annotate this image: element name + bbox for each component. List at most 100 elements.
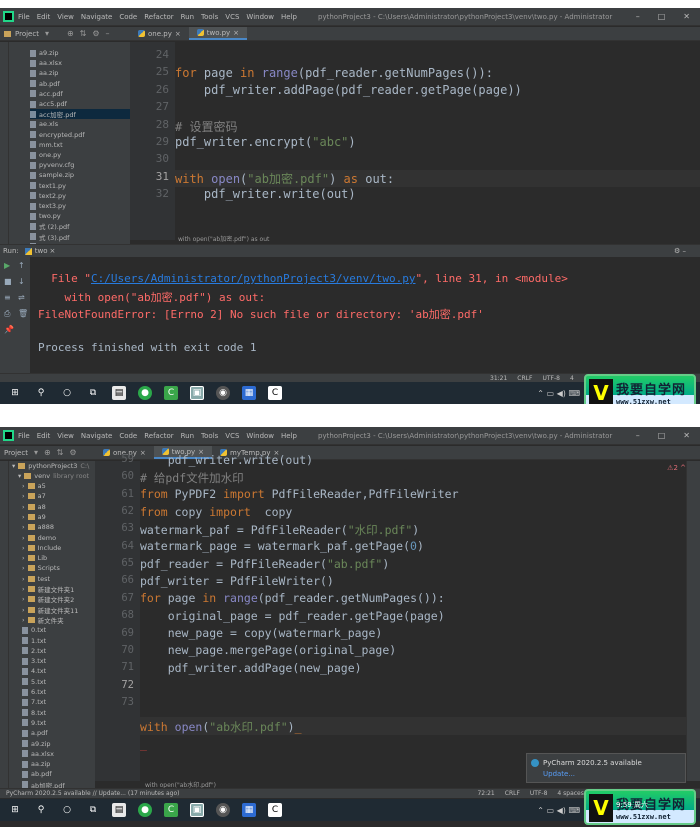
menu-vcs[interactable]: VCS: [225, 13, 239, 21]
chevron-right-icon[interactable]: ›: [22, 534, 25, 542]
tree-item[interactable]: 2.txt: [22, 646, 95, 656]
tree-item[interactable]: text1.py: [30, 181, 130, 191]
menu-refactor[interactable]: Refactor: [144, 13, 173, 21]
code-editor[interactable]: pdf_writer.write(out) # 给pdf文件加水印 from P…: [140, 453, 686, 781]
app-icon[interactable]: C: [164, 803, 178, 817]
chevron-right-icon[interactable]: ›: [22, 585, 25, 593]
menu-tools[interactable]: Tools: [201, 13, 218, 21]
tree-item[interactable]: › 新建文件夹11: [22, 605, 95, 615]
tree-item[interactable]: › test: [22, 574, 95, 584]
print-icon[interactable]: ⎙: [4, 309, 10, 319]
tree-item[interactable]: two.py: [30, 211, 130, 221]
close-icon[interactable]: ✕: [683, 431, 690, 440]
gear-icon[interactable]: ⚙: [92, 29, 99, 38]
chevron-right-icon[interactable]: ›: [22, 564, 25, 572]
tree-item[interactable]: › a9: [22, 512, 95, 522]
wrap-icon[interactable]: ≡: [4, 293, 11, 302]
tab-two-py[interactable]: two.py ×: [188, 27, 248, 40]
tree-item[interactable]: 式 (3).pdf: [30, 232, 130, 242]
menu-window[interactable]: Window: [246, 13, 274, 21]
tree-item[interactable]: › Scripts: [22, 563, 95, 573]
encoding[interactable]: UTF-8: [542, 375, 560, 382]
chevron-right-icon[interactable]: ›: [22, 503, 25, 511]
close-tab-icon[interactable]: ×: [175, 30, 181, 38]
gear-icon[interactable]: ⚙: [69, 448, 76, 457]
tree-item[interactable]: a9.zip: [22, 739, 95, 749]
tree-item[interactable]: text2.py: [30, 191, 130, 201]
warning-indicator[interactable]: ⚠2 ^: [667, 464, 686, 472]
tree-item[interactable]: mm.txt: [30, 140, 130, 150]
update-link[interactable]: Update...: [543, 770, 575, 778]
soft-wrap-icon[interactable]: ⇌: [18, 293, 25, 302]
maximize-icon[interactable]: □: [658, 431, 666, 440]
indent[interactable]: 4 spaces: [557, 790, 583, 797]
tree-item[interactable]: acc5.pdf: [30, 99, 130, 109]
tree-item[interactable]: 5.txt: [22, 677, 95, 687]
menu-file[interactable]: File: [18, 432, 30, 440]
tree-item[interactable]: acc加密.pdf: [30, 109, 130, 120]
chevron-right-icon[interactable]: ›: [22, 606, 25, 614]
breadcrumb[interactable]: with open("ab加密.pdf") as out: [178, 234, 269, 243]
pycharm-taskbar-icon[interactable]: C: [268, 803, 282, 817]
project-label[interactable]: Project: [15, 30, 39, 38]
indent[interactable]: 4: [570, 375, 574, 382]
run-tab[interactable]: two: [35, 247, 48, 255]
tab-one-py[interactable]: one.py ×: [130, 27, 189, 40]
menu-run[interactable]: Run: [181, 13, 194, 21]
tree-item[interactable]: › 新建文件夹2: [22, 594, 95, 604]
browser-icon[interactable]: ◉: [216, 803, 230, 817]
gear-icon[interactable]: ⚙ –: [674, 247, 686, 255]
project-label[interactable]: Project: [4, 449, 28, 457]
task-view-icon[interactable]: ⧉: [86, 803, 100, 817]
tree-item[interactable]: ab.pdf: [22, 769, 95, 779]
menu-help[interactable]: Help: [281, 13, 297, 21]
encoding[interactable]: UTF-8: [530, 790, 548, 797]
cursor-position[interactable]: 31:21: [490, 375, 507, 382]
tree-item[interactable]: › 新文件夹: [22, 615, 95, 625]
browser-icon[interactable]: ◉: [216, 386, 230, 400]
tree-item[interactable]: › Include: [22, 543, 95, 553]
menu-navigate[interactable]: Navigate: [81, 432, 112, 440]
menu-tools[interactable]: Tools: [201, 432, 218, 440]
tree-item[interactable]: aa.xlsx: [30, 58, 130, 68]
scroll-down-icon[interactable]: ↓: [18, 277, 25, 286]
tree-item[interactable]: › Lib: [22, 553, 95, 563]
windows-start-icon[interactable]: ⊞: [8, 386, 22, 400]
tree-item[interactable]: 式 (2).pdf: [30, 221, 130, 231]
tree-item[interactable]: 9.txt: [22, 718, 95, 728]
tree-item[interactable]: › a5: [22, 481, 95, 491]
search-icon[interactable]: ⚲: [34, 803, 48, 817]
chevron-right-icon[interactable]: ›: [22, 575, 25, 583]
tree-item[interactable]: › demo: [22, 533, 95, 543]
store-icon[interactable]: ▦: [242, 386, 256, 400]
chrome-icon[interactable]: ●: [138, 386, 152, 400]
hide-icon[interactable]: –: [106, 29, 110, 38]
cortana-icon[interactable]: ○: [60, 803, 74, 817]
app-icon[interactable]: C: [164, 386, 178, 400]
menu-navigate[interactable]: Navigate: [81, 13, 112, 21]
close-icon[interactable]: ✕: [683, 12, 690, 21]
collapse-icon[interactable]: ⇅: [80, 29, 87, 38]
menu-code[interactable]: Code: [119, 432, 137, 440]
locate-icon[interactable]: ⊕: [44, 448, 51, 457]
tree-root[interactable]: ▾ pythonProject3 C:\: [12, 461, 89, 471]
tree-item[interactable]: › a7: [22, 491, 95, 501]
trash-icon[interactable]: 🗑: [18, 309, 28, 318]
tree-item[interactable]: aa.zip: [30, 68, 130, 78]
menu-edit[interactable]: Edit: [37, 13, 51, 21]
tree-item[interactable]: a9.zip: [30, 48, 130, 58]
windows-start-icon[interactable]: ⊞: [8, 803, 22, 817]
tree-item[interactable]: 8.txt: [22, 708, 95, 718]
menu-view[interactable]: View: [57, 13, 74, 21]
tree-item[interactable]: aa.zip: [22, 759, 95, 769]
chevron-right-icon[interactable]: ›: [22, 523, 25, 531]
file-icon[interactable]: ▤: [112, 386, 126, 400]
minimize-icon[interactable]: –: [636, 431, 640, 440]
tree-item[interactable]: 0.txt: [22, 625, 95, 635]
photos-icon[interactable]: ▣: [190, 386, 204, 400]
minimize-icon[interactable]: –: [636, 12, 640, 21]
line-separator[interactable]: CRLF: [505, 790, 520, 797]
pycharm-taskbar-icon[interactable]: C: [268, 386, 282, 400]
tree-item[interactable]: 1.txt: [22, 636, 95, 646]
tree-item[interactable]: sample.zip: [30, 170, 130, 180]
